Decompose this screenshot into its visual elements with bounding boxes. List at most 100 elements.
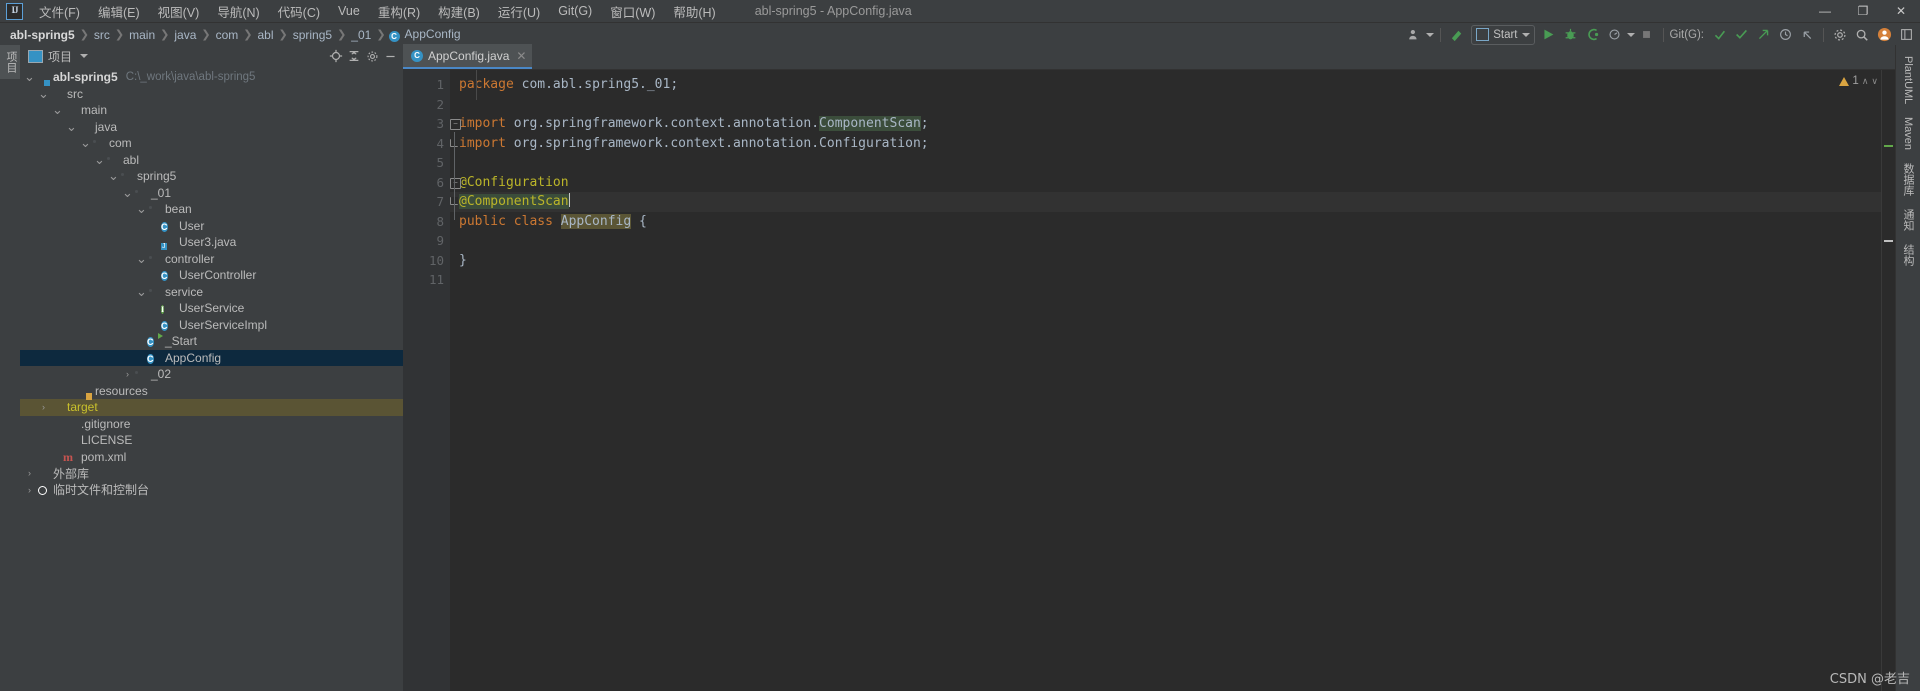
breadcrumb-item-3[interactable]: java [172,28,198,42]
git-update-icon[interactable] [1709,25,1729,44]
editor-tab-appconfig[interactable]: C AppConfig.java ✕ [403,44,533,69]
tree-item-controller[interactable]: ⌄ controller [20,251,403,268]
fold-collapse-icon[interactable]: − [450,177,461,189]
code-content[interactable]: − − package com.abl.spring5._01;import or… [450,70,1896,691]
line-number[interactable]: 1 [403,75,450,95]
search-icon[interactable] [1852,25,1872,44]
tree-item-User3.java[interactable]: User3.java [20,234,403,251]
chevron-down-icon[interactable]: ⌄ [38,87,49,100]
stop-icon[interactable] [1637,25,1657,44]
git-push-icon[interactable] [1753,25,1773,44]
chevron-down-icon[interactable]: ⌄ [66,120,77,133]
code-line[interactable]: @ComponentScan [450,192,1896,212]
chevron-down-icon[interactable]: ⌄ [108,169,119,182]
chevron-down-icon[interactable] [1521,32,1530,37]
menu-item-8[interactable]: 运行(U) [489,0,549,23]
collapse-all-icon[interactable] [345,47,363,65]
fold-column[interactable]: − − [450,70,477,691]
menu-item-10[interactable]: 窗口(W) [601,0,664,23]
tree-item-[interactable]: › 临时文件和控制台 [20,482,403,499]
tree-item-target[interactable]: › target [20,399,403,416]
chevron-down-icon[interactable]: ⌄ [122,186,133,199]
line-number[interactable]: 5 [403,153,450,173]
chevron-down-icon[interactable]: ⌄ [136,202,147,215]
code-line[interactable] [450,95,1896,115]
breadcrumb-item-7[interactable]: _01 [349,28,373,42]
chevron-down-icon[interactable]: ⌄ [136,285,147,298]
layout-icon[interactable] [1896,25,1916,44]
code-line[interactable]: import org.springframework.context.annot… [450,134,1896,154]
tree-item-java[interactable]: ⌄ java [20,119,403,136]
line-number[interactable]: 7 [403,192,450,212]
tree-item-.gitignore[interactable]: .gitignore [20,416,403,433]
breadcrumb-item-2[interactable]: main [127,28,157,42]
tree-item-abl[interactable]: ⌄ abl [20,152,403,169]
menu-item-3[interactable]: 导航(N) [208,0,268,23]
error-stripe[interactable] [1881,70,1896,691]
sidebar-item-project[interactable]: 项目 [0,45,22,79]
right-tab-2[interactable]: 数据库 [1897,158,1919,201]
profiler-icon[interactable] [1605,25,1625,44]
line-number[interactable]: 3 [403,114,450,134]
project-view-chevron-down-icon[interactable] [80,54,89,58]
line-number[interactable]: 2 [403,95,450,115]
tree-item-pom.xml[interactable]: m pom.xml [20,449,403,466]
tree-item-AppConfig[interactable]: C AppConfig [20,349,403,366]
chevron-right-icon[interactable]: › [122,369,133,379]
line-number[interactable]: 9 [403,231,450,251]
breadcrumb-item-1[interactable]: src [92,28,112,42]
tree-item-service[interactable]: ⌄ service [20,284,403,301]
right-tab-1[interactable]: Maven [1899,112,1917,155]
tree-item-LICENSE[interactable]: LICENSE [20,432,403,449]
breadcrumb-item-4[interactable]: com [214,28,241,42]
code-line[interactable]: public class AppConfig { [450,212,1896,232]
breadcrumb-item-0[interactable]: abl-spring5 [8,28,77,42]
chevron-down-icon[interactable]: ⌄ [94,153,105,166]
account-avatar-icon[interactable] [1874,25,1894,44]
tree-item-UserService[interactable]: I UserService [20,300,403,317]
line-number[interactable]: 8 [403,212,450,232]
menu-item-11[interactable]: 帮助(H) [664,0,724,23]
chevron-down-icon[interactable]: ⌄ [52,103,63,116]
tree-item-User[interactable]: C User [20,218,403,235]
tree-item-UserController[interactable]: C UserController [20,267,403,284]
code-line[interactable] [450,231,1896,251]
build-hammer-icon[interactable] [1447,25,1467,44]
code-line[interactable]: @Configuration [450,173,1896,193]
tree-item-abl-spring5[interactable]: ⌄ abl-spring5 C:\_work\java\abl-spring5 [20,69,403,86]
debug-icon[interactable] [1561,25,1581,44]
tree-item-_02[interactable]: › _02 [20,366,403,383]
run-icon[interactable] [1539,25,1559,44]
line-number[interactable]: 10 [403,251,450,271]
breadcrumb-item-8[interactable]: C AppConfig [388,27,463,42]
tree-item-resources[interactable]: resources [20,383,403,400]
chevron-down-icon[interactable]: ⌄ [24,70,35,83]
settings-gear-icon[interactable] [1830,25,1850,44]
run-configuration-selector[interactable]: Start [1471,24,1535,45]
menu-item-0[interactable]: 文件(F) [30,0,89,23]
editor-gutter[interactable]: 1 2 3 4 5 6 7 8 9 10 11 [403,70,450,691]
line-number[interactable]: 4 [403,134,450,154]
gear-icon[interactable] [363,47,381,65]
close-icon[interactable]: ✕ [516,49,526,63]
code-line[interactable]: } [450,251,1896,271]
account-dropdown-caret-icon[interactable] [1426,32,1435,37]
menu-item-2[interactable]: 视图(V) [149,0,209,23]
tree-item-UserServiceImpl[interactable]: C UserServiceImpl [20,317,403,334]
right-tab-4[interactable]: 结构 [1897,239,1919,271]
tree-item-spring5[interactable]: ⌄ spring5 [20,168,403,185]
code-line[interactable] [450,270,1896,290]
chevron-right-icon[interactable]: › [38,402,49,412]
code-line[interactable]: package com.abl.spring5._01; [450,75,1896,95]
menu-item-4[interactable]: 代码(C) [269,0,329,23]
jump-back-icon[interactable] [1797,25,1817,44]
breadcrumb-item-5[interactable]: abl [255,28,275,42]
tree-item-main[interactable]: ⌄ main [20,102,403,119]
history-icon[interactable] [1775,25,1795,44]
tree-item-bean[interactable]: ⌄ bean [20,201,403,218]
locate-target-icon[interactable] [327,47,345,65]
line-number[interactable]: 11 [403,270,450,290]
chevron-down-icon[interactable]: ⌄ [136,252,147,265]
breadcrumb-item-6[interactable]: spring5 [291,28,334,42]
code-line[interactable]: import org.springframework.context.annot… [450,114,1896,134]
